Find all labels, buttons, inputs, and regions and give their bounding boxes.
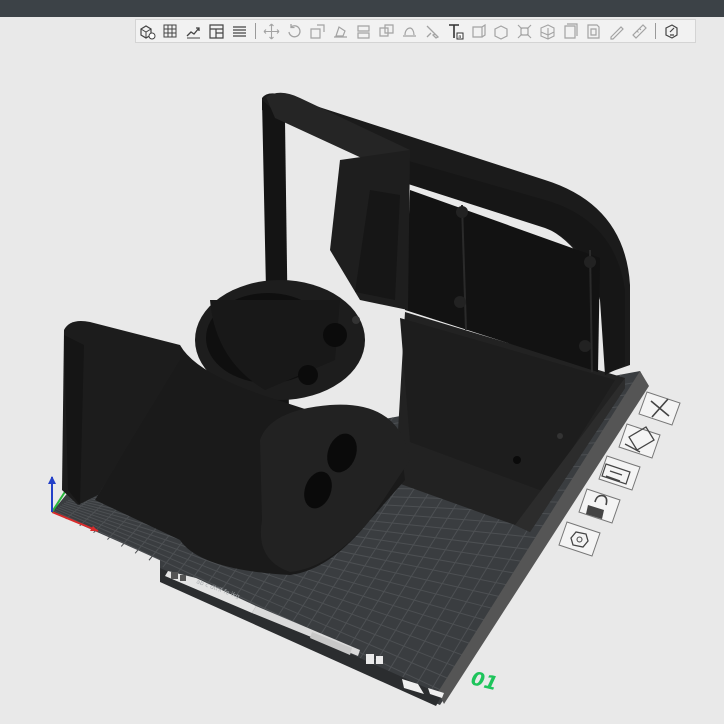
plate-logo-icon xyxy=(171,572,178,579)
plate-settings-button[interactable] xyxy=(558,521,601,557)
close-plate-button[interactable] xyxy=(638,391,681,426)
plate-mark-icon xyxy=(180,575,186,581)
3d-viewport[interactable]: ab c dtrif fo ikg 01 xyxy=(0,0,724,724)
lock-small-icon[interactable] xyxy=(366,654,374,664)
plate-view-button[interactable] xyxy=(618,423,661,459)
plate-number: 01 xyxy=(469,668,500,696)
3d-model[interactable] xyxy=(62,92,630,575)
arrange-button[interactable] xyxy=(598,455,641,491)
edit-small-icon[interactable] xyxy=(376,656,383,664)
lock-button[interactable] xyxy=(578,488,621,524)
